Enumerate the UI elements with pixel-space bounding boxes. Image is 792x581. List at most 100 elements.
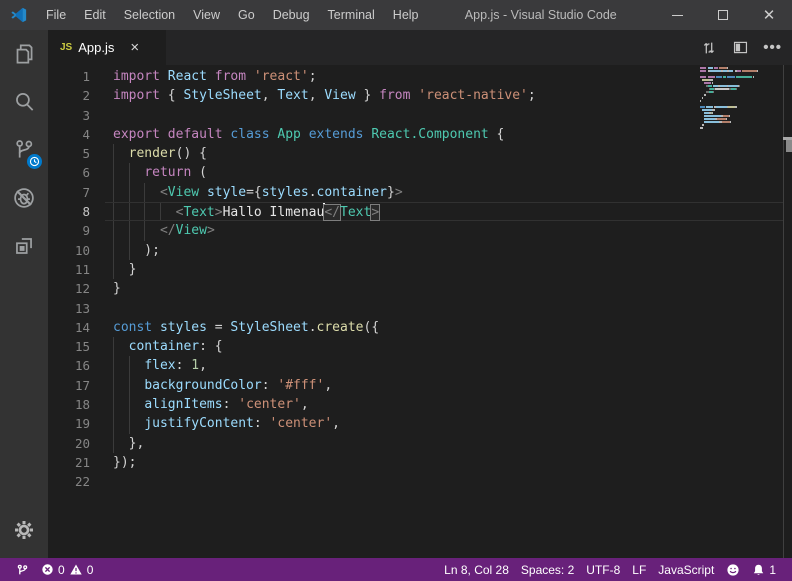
feedback-item[interactable] [720, 558, 746, 581]
code-content[interactable]: }); [105, 453, 783, 472]
close-button[interactable]: ✕ [746, 0, 792, 30]
code-content[interactable]: <View style={styles.container}> [105, 183, 783, 202]
cursor-position[interactable]: Ln 8, Col 28 [438, 558, 515, 581]
menu-help[interactable]: Help [384, 0, 428, 30]
code-line[interactable]: 19 justifyContent: 'center', [48, 414, 783, 433]
code-content[interactable]: } [105, 260, 783, 279]
line-number[interactable]: 1 [48, 67, 105, 86]
activity-extensions[interactable] [0, 222, 48, 270]
code-content[interactable]: import { StyleSheet, Text, View } from '… [105, 86, 783, 105]
code-content[interactable]: flex: 1, [105, 356, 783, 375]
code-content[interactable]: ); [105, 241, 783, 260]
line-number[interactable]: 19 [48, 414, 105, 433]
line-number[interactable]: 3 [48, 106, 105, 125]
activity-search[interactable] [0, 78, 48, 126]
menu-terminal[interactable]: Terminal [319, 0, 384, 30]
code-line[interactable]: 10 ); [48, 241, 783, 260]
code-content[interactable] [105, 299, 783, 318]
indentation[interactable]: Spaces: 2 [515, 558, 580, 581]
code-content[interactable]: return ( [105, 163, 783, 182]
code-line[interactable]: 14const styles = StyleSheet.create({ [48, 318, 783, 337]
activity-explorer[interactable] [0, 30, 48, 78]
code-content[interactable]: justifyContent: 'center', [105, 414, 783, 433]
code-line[interactable]: 2import { StyleSheet, Text, View } from … [48, 86, 783, 105]
code-editor[interactable]: 1import React from 'react';2import { Sty… [48, 65, 792, 558]
line-number[interactable]: 14 [48, 318, 105, 337]
code-line[interactable]: 11 } [48, 260, 783, 279]
encoding[interactable]: UTF-8 [580, 558, 626, 581]
maximize-button[interactable] [700, 0, 746, 30]
line-number[interactable]: 22 [48, 472, 105, 491]
activity-source-control[interactable] [0, 126, 48, 174]
minimize-button[interactable] [654, 0, 700, 30]
code-line[interactable]: 1import React from 'react'; [48, 67, 783, 86]
line-number[interactable]: 10 [48, 241, 105, 260]
activity-manage[interactable] [0, 510, 48, 550]
git-branch-item[interactable] [10, 558, 35, 581]
code-content[interactable] [105, 106, 783, 125]
eol-sequence[interactable]: LF [626, 558, 652, 581]
line-number[interactable]: 9 [48, 221, 105, 240]
code-line[interactable]: 22 [48, 472, 783, 491]
code-line[interactable]: 3 [48, 106, 783, 125]
menu-file[interactable]: File [37, 0, 75, 30]
code-line[interactable]: 4export default class App extends React.… [48, 125, 783, 144]
line-number[interactable]: 21 [48, 453, 105, 472]
code-content[interactable]: container: { [105, 337, 783, 356]
code-content[interactable] [105, 472, 783, 491]
more-actions-icon[interactable]: ••• [763, 43, 782, 53]
line-number[interactable]: 13 [48, 299, 105, 318]
code-content[interactable]: export default class App extends React.C… [105, 125, 783, 144]
line-number[interactable]: 20 [48, 434, 105, 453]
code-content[interactable]: </View> [105, 221, 783, 240]
line-number[interactable]: 5 [48, 144, 105, 163]
menu-go[interactable]: Go [229, 0, 264, 30]
code-line[interactable]: 6 return ( [48, 163, 783, 182]
line-number[interactable]: 4 [48, 125, 105, 144]
line-number[interactable]: 17 [48, 376, 105, 395]
menu-debug[interactable]: Debug [264, 0, 319, 30]
code-content[interactable]: const styles = StyleSheet.create({ [105, 318, 783, 337]
line-number[interactable]: 18 [48, 395, 105, 414]
code-line[interactable]: 5 render() { [48, 144, 783, 163]
code-line[interactable]: 17 backgroundColor: '#fff', [48, 376, 783, 395]
line-number[interactable]: 6 [48, 163, 105, 182]
code-line[interactable]: 8 <Text>Hallo Ilmenau</Text> [48, 202, 783, 221]
code-line[interactable]: 16 flex: 1, [48, 356, 783, 375]
tab-close-icon[interactable]: × [130, 40, 139, 55]
code-line[interactable]: 9 </View> [48, 221, 783, 240]
menu-view[interactable]: View [184, 0, 229, 30]
code-line[interactable]: 12} [48, 279, 783, 298]
code-line[interactable]: 13 [48, 299, 783, 318]
line-number[interactable]: 7 [48, 183, 105, 202]
language-mode[interactable]: JavaScript [652, 558, 720, 581]
split-editor-icon[interactable] [732, 39, 749, 56]
line-number[interactable]: 16 [48, 356, 105, 375]
menu-edit[interactable]: Edit [75, 0, 115, 30]
code-lines[interactable]: 1import React from 'react';2import { Sty… [48, 67, 783, 492]
line-number[interactable]: 11 [48, 260, 105, 279]
tab-appjs[interactable]: JS App.js × [48, 30, 166, 65]
code-content[interactable]: backgroundColor: '#fff', [105, 376, 783, 395]
minimap[interactable] [700, 67, 764, 133]
code-line[interactable]: 21}); [48, 453, 783, 472]
code-content[interactable]: alignItems: 'center', [105, 395, 783, 414]
menu-selection[interactable]: Selection [115, 0, 184, 30]
code-line[interactable]: 18 alignItems: 'center', [48, 395, 783, 414]
line-number[interactable]: 8 [48, 202, 105, 221]
problems-item[interactable]: 0 0 [35, 558, 99, 581]
code-content[interactable]: import React from 'react'; [105, 67, 783, 86]
code-content[interactable]: } [105, 279, 783, 298]
code-line[interactable]: 15 container: { [48, 337, 783, 356]
code-line[interactable]: 7 <View style={styles.container}> [48, 183, 783, 202]
editor-scrollbar[interactable] [783, 65, 792, 558]
notifications-item[interactable]: 1 [746, 558, 782, 581]
line-number[interactable]: 2 [48, 86, 105, 105]
line-number[interactable]: 12 [48, 279, 105, 298]
line-number[interactable]: 15 [48, 337, 105, 356]
code-line[interactable]: 20 }, [48, 434, 783, 453]
activity-debug[interactable] [0, 174, 48, 222]
swap-arrows-icon[interactable] [700, 39, 718, 57]
code-content[interactable]: }, [105, 434, 783, 453]
code-content[interactable]: <Text>Hallo Ilmenau</Text> [105, 202, 783, 221]
